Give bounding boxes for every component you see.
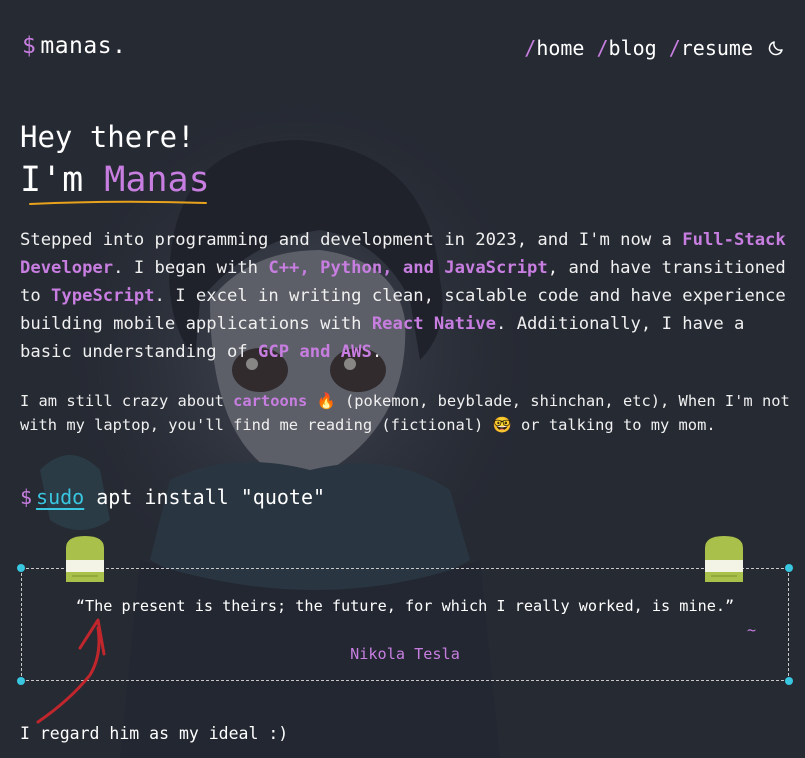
intro-highlight-typescript: TypeScript xyxy=(51,286,155,306)
resize-handle[interactable] xyxy=(785,677,793,685)
name-underline-stroke xyxy=(29,200,207,205)
resize-handle[interactable] xyxy=(785,564,793,572)
terminal-prompt: $ xyxy=(20,485,33,509)
nav-label-blog: blog xyxy=(608,36,657,60)
nav-slash: / xyxy=(668,36,681,60)
command-text: apt install "quote" xyxy=(84,485,326,509)
nav-link-blog[interactable]: /blog xyxy=(596,36,656,60)
footer-note: I regard him as my ideal :) xyxy=(20,724,289,743)
sudo-link[interactable]: sudo xyxy=(36,485,84,509)
red-arrow-icon xyxy=(36,618,106,724)
tape-left-icon xyxy=(66,536,104,582)
intro-text: . I began with xyxy=(113,258,269,278)
intro-highlight-cloud: GCP and AWS xyxy=(258,342,372,362)
nav-label-home: home xyxy=(536,36,585,60)
logo-dollar-symbol: $ xyxy=(22,33,37,59)
moon-icon[interactable] xyxy=(767,39,785,57)
intro-text: . xyxy=(371,342,383,362)
terminal-command: $ sudo apt install "quote" xyxy=(20,485,325,509)
resize-handle[interactable] xyxy=(17,564,25,572)
nav-link-resume[interactable]: /resume xyxy=(669,36,753,60)
site-header: $ manas. /home /blog /resume xyxy=(0,0,805,100)
quote-text: “The present is theirs; the future, for … xyxy=(75,597,735,615)
greeting-heading: Hey there! xyxy=(20,120,195,154)
quote-author: Nikola Tesla xyxy=(350,645,460,663)
resize-handle[interactable] xyxy=(17,677,25,685)
site-logo[interactable]: $ manas. xyxy=(22,33,126,59)
quote-tilde: ~ xyxy=(746,621,756,639)
intro-text: Stepped into programming and development… xyxy=(20,230,683,250)
name-prefix: I'm xyxy=(20,160,105,200)
hobbies-text: I am still crazy about xyxy=(20,392,234,410)
nerd-face-emoji-icon: 🤓 xyxy=(492,416,512,434)
hobbies-highlight-cartoons: cartoons xyxy=(233,392,308,410)
tape-right-icon xyxy=(705,536,743,582)
intro-paragraph: Stepped into programming and development… xyxy=(20,226,795,366)
name-heading: I'm Manas xyxy=(20,160,210,200)
main-nav: /home /blog /resume xyxy=(524,36,785,60)
intro-highlight-react-native: React Native xyxy=(371,314,497,334)
intro-highlight-languages: C++, Python, and JavaScript xyxy=(268,258,548,278)
logo-text: manas. xyxy=(40,33,127,59)
nav-link-home[interactable]: /home xyxy=(524,36,584,60)
name-highlight: Manas xyxy=(104,160,210,200)
hobbies-text: or talking to my mom. xyxy=(511,416,716,434)
hobbies-paragraph: I am still crazy about cartoons 🔥 (pokem… xyxy=(20,389,790,437)
nav-label-resume: resume xyxy=(680,36,753,60)
nav-slash: / xyxy=(524,36,537,60)
quote-card: “The present is theirs; the future, for … xyxy=(17,564,793,685)
fire-emoji-icon: 🔥 xyxy=(316,392,336,410)
nav-slash: / xyxy=(596,36,609,60)
